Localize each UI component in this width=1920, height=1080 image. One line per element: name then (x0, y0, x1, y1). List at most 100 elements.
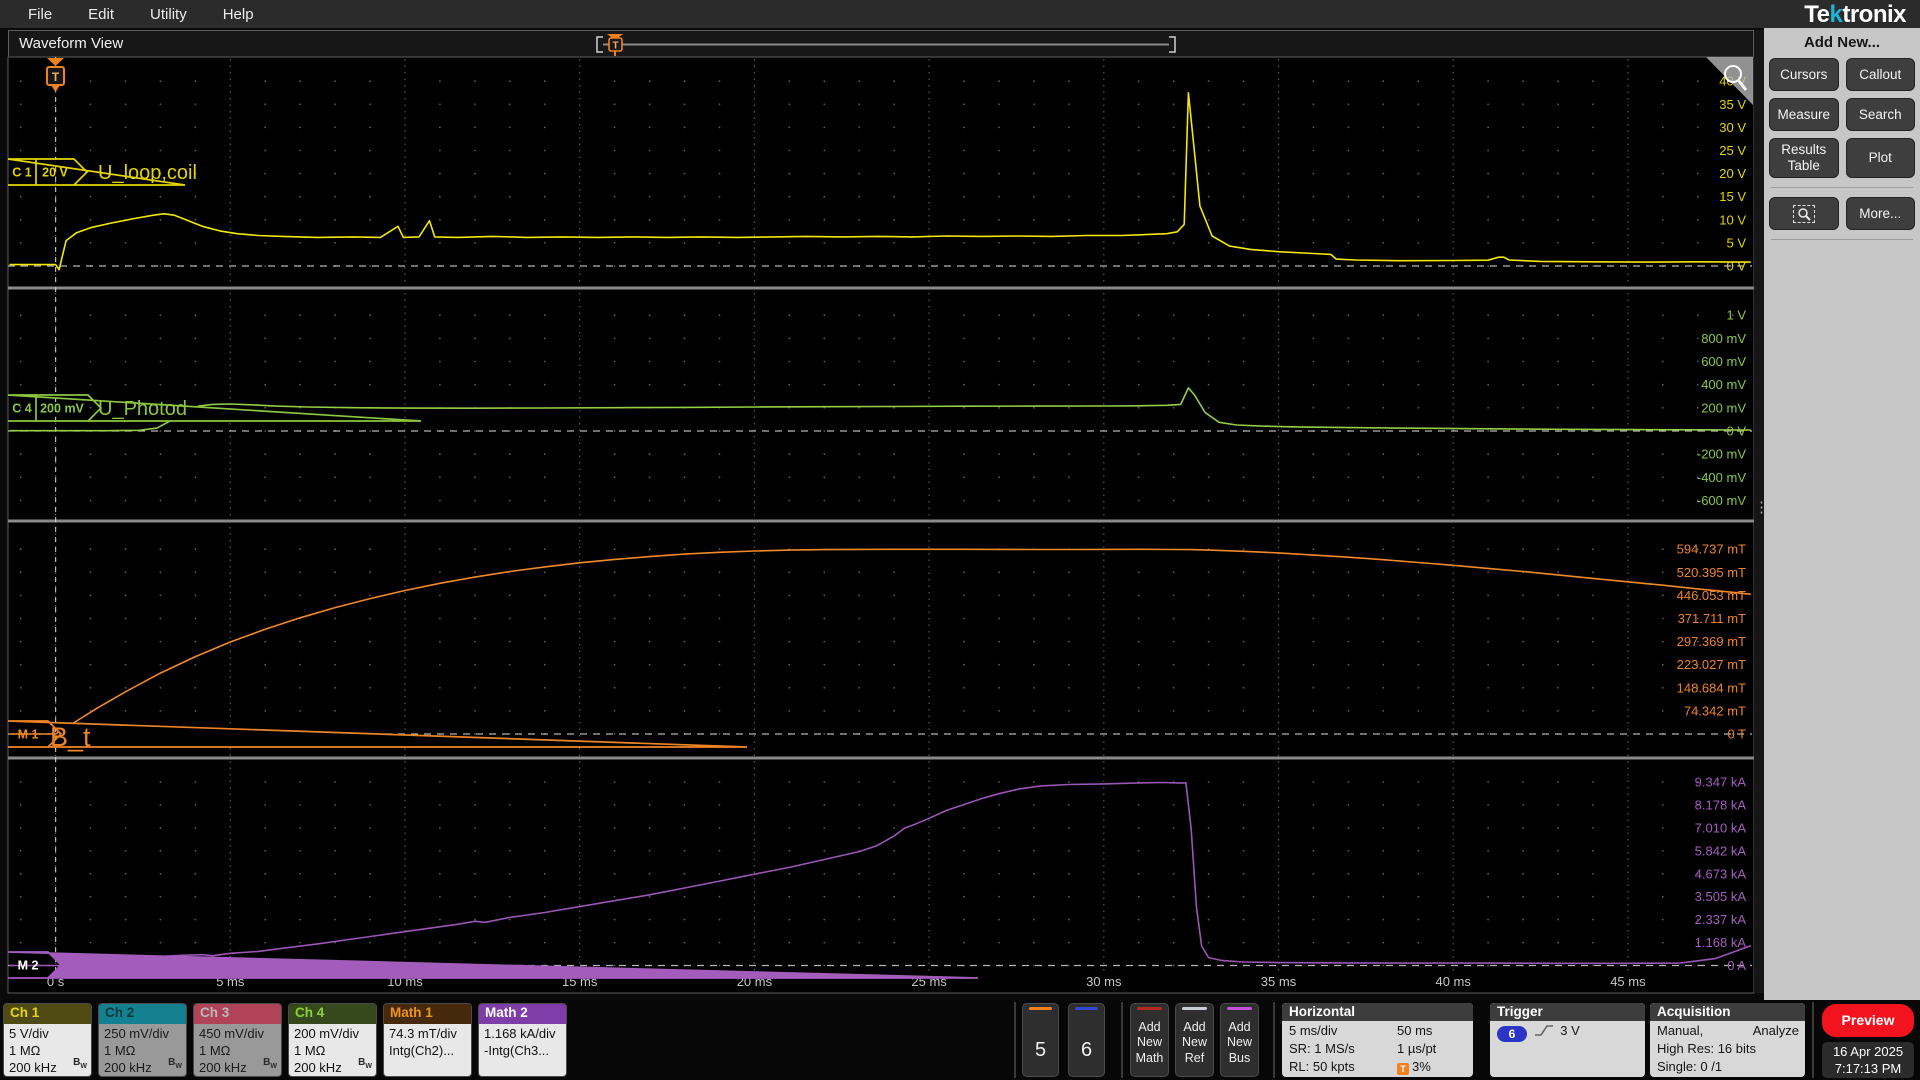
grid-dot (369, 804, 371, 806)
grid-dot (334, 663, 336, 666)
channel-badge-ch4[interactable]: Ch 4 200 mV/div 1 MΩ 200 kHz BW (288, 1003, 377, 1077)
grid-dot (474, 360, 476, 363)
channel-badge-math2[interactable]: Math 2 1.168 kA/div -Intg(Ch3... (478, 1003, 567, 1077)
grid-dot (159, 918, 162, 921)
grid-dot (893, 80, 896, 83)
grid-dot (1592, 827, 1594, 829)
sidebar-button-search[interactable]: Search (1845, 98, 1915, 131)
channel-badge-ch2[interactable]: Ch 2 250 mV/div 1 MΩ 200 kHz BW (98, 1003, 187, 1077)
add-new-math-button[interactable]: Add New Math (1130, 1003, 1169, 1077)
grid-dot (1382, 804, 1385, 806)
grid-dot (1068, 406, 1070, 409)
record-view-scrollbar[interactable]: T (581, 31, 1201, 58)
trigger-panel[interactable]: Trigger 6 3 V (1490, 1003, 1645, 1077)
grid-dot (613, 126, 616, 129)
grid-dot (683, 804, 686, 806)
grid-dot (543, 476, 546, 479)
probe-button-5[interactable]: 5 (1022, 1003, 1059, 1077)
grid-dot (1347, 218, 1350, 221)
preview-button[interactable]: Preview (1822, 1004, 1914, 1037)
grid-dot (474, 476, 476, 479)
record-view-right-bracket[interactable] (1169, 36, 1176, 53)
grid-dot (998, 663, 1000, 666)
probe-button-6[interactable]: 6 (1068, 1003, 1105, 1077)
sidebar-button-callout[interactable]: Callout (1845, 58, 1915, 91)
grid-dot (439, 918, 441, 921)
grid-dot (159, 895, 162, 898)
grid-dot (1347, 242, 1350, 244)
grid-dot (1312, 548, 1315, 551)
grid-dot (1033, 265, 1035, 267)
grid-dot (89, 781, 92, 783)
grid-dot (963, 499, 965, 502)
grid-dot (124, 126, 127, 129)
grid-dot (1487, 733, 1489, 735)
grid-dot (1696, 314, 1699, 317)
grid-dot (1592, 80, 1594, 83)
channel-badge-math1[interactable]: Math 1 74.3 mT/div Intg(Ch2)... (383, 1003, 472, 1077)
grid-dot (508, 804, 511, 806)
menu-utility[interactable]: Utility (136, 6, 201, 23)
grid-dot (683, 710, 686, 712)
grid-dot (264, 383, 267, 386)
grid-dot (1312, 781, 1315, 783)
grid-dot (508, 663, 511, 666)
grid-dot (1347, 849, 1350, 852)
record-view-left-bracket[interactable] (596, 36, 603, 53)
grid-dot (1347, 686, 1350, 689)
grid-dot (1033, 103, 1035, 106)
sidebar-button-measure[interactable]: Measure (1769, 98, 1839, 131)
add-new-ref-button[interactable]: Add New Ref (1175, 1003, 1214, 1077)
grid-dot (334, 383, 336, 386)
grid-dot (1172, 126, 1175, 129)
sidebar-button-results-table[interactable]: Results Table (1769, 138, 1839, 178)
grid-dot (1242, 126, 1245, 129)
bandwidth-limit-icon: BW (358, 1057, 372, 1070)
grid-dot (299, 548, 302, 551)
grid-dot (1207, 571, 1210, 574)
add-new-bus-button[interactable]: Add New Bus (1220, 1003, 1259, 1077)
panel-splitter-grip[interactable]: ⋮ (1754, 30, 1769, 993)
grid-dot (543, 172, 546, 175)
grid-dot (474, 242, 476, 244)
grid-dot (823, 710, 826, 712)
grid-dot (1312, 663, 1315, 666)
zoom-select-button[interactable] (1769, 197, 1839, 230)
sidebar-button-cursors[interactable]: Cursors (1769, 58, 1839, 91)
grid-dot (124, 663, 127, 666)
grid-dot (543, 149, 546, 152)
grid-dot (1522, 663, 1524, 666)
grid-dot (1207, 895, 1210, 898)
grid-dot (1592, 126, 1594, 129)
menu-help[interactable]: Help (209, 6, 268, 23)
grid-dot (1172, 872, 1175, 875)
grid-dot (1312, 406, 1315, 409)
channel-badge-ch3[interactable]: Ch 3 450 mV/div 1 MΩ 200 kHz BW (193, 1003, 282, 1077)
grid-dot (1417, 360, 1420, 363)
grid-dot (788, 918, 791, 921)
grid-dot (718, 453, 721, 456)
grid-dot (683, 337, 686, 340)
grid-dot (89, 126, 92, 129)
grid-dot (963, 781, 965, 783)
grid-dot (19, 242, 22, 244)
grid-dot (1661, 548, 1664, 551)
grid-dot (508, 265, 511, 267)
grid-dot (1487, 172, 1489, 175)
channel-badge-ch1[interactable]: Ch 15 V/div 1 MΩ 200 kHz BW (3, 1003, 92, 1077)
grid-dot (124, 895, 127, 898)
menu-edit[interactable]: Edit (74, 6, 128, 23)
grid-dot (1522, 918, 1524, 921)
grid-dot (1207, 406, 1210, 409)
grid-dot (1382, 827, 1385, 829)
sidebar-button-plot[interactable]: Plot (1845, 138, 1915, 178)
menu-file[interactable]: File (14, 6, 66, 23)
grid-dot (1172, 640, 1175, 643)
horizontal-panel[interactable]: Horizontal 5 ms/div 50 ms SR: 1 MS/s 1 µs/p… (1282, 1003, 1473, 1077)
grid-dot (89, 218, 92, 221)
grid-dot (334, 710, 336, 712)
grid-dot (683, 499, 686, 502)
grid-dot (1417, 872, 1420, 875)
acquisition-panel[interactable]: Acquisition Manual, Analyze High Res: 16 b… (1650, 1003, 1805, 1077)
more-button[interactable]: More... (1845, 197, 1915, 230)
